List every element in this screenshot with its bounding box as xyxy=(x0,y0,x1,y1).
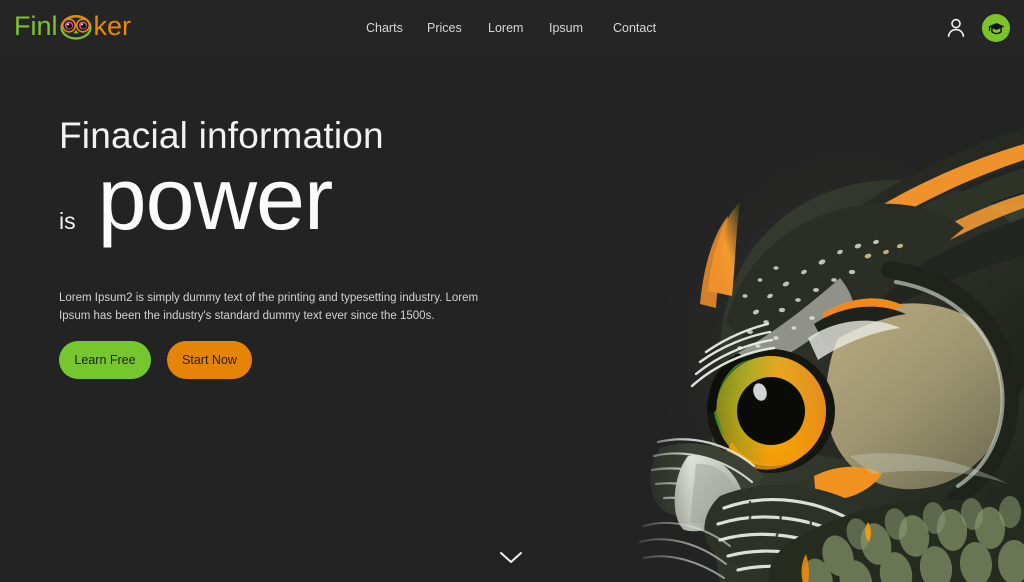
nav-item-charts[interactable]: Charts xyxy=(366,15,427,41)
nav-link-contact[interactable]: Contact xyxy=(613,15,674,41)
nav-link-prices[interactable]: Prices xyxy=(427,15,488,41)
hero-headline-line2: is power xyxy=(59,149,334,248)
hero-section: Finacial information is power Lorem Ipsu… xyxy=(0,56,640,582)
chevron-down-icon[interactable] xyxy=(497,548,525,566)
start-now-button[interactable]: Start Now xyxy=(167,341,252,379)
hero-headline-large: power xyxy=(97,149,334,248)
hero-paragraph: Lorem Ipsum2 is simply dummy text of the… xyxy=(59,292,479,322)
nav-item-contact[interactable]: Contact xyxy=(613,15,674,41)
nav-item-prices[interactable]: Prices xyxy=(427,15,488,41)
owl-illustration xyxy=(600,56,1024,582)
user-icon[interactable] xyxy=(944,16,968,40)
nav-link-charts[interactable]: Charts xyxy=(366,15,427,41)
brand-logo-text-primary: Finl xyxy=(14,10,58,41)
main-navigation: Charts Prices Lorem Ipsum Contact xyxy=(366,0,674,56)
nav-item-ipsum[interactable]: Ipsum xyxy=(549,15,613,41)
hero-cta-group: Learn Free Start Now xyxy=(59,341,252,379)
nav-link-lorem[interactable]: Lorem xyxy=(488,15,549,41)
hero-headline-small: is xyxy=(59,208,76,234)
owl-eyes-icon xyxy=(57,11,95,41)
nav-link-ipsum[interactable]: Ipsum xyxy=(549,15,613,41)
header-actions xyxy=(944,0,1010,56)
site-header: Finl ker Charts Prices Lorem Ipsum Conta… xyxy=(0,0,1024,56)
brand-logo-text-secondary: ker xyxy=(93,10,132,41)
graduation-cap-icon[interactable] xyxy=(982,14,1010,42)
landing-page: Finl ker Charts Prices Lorem Ipsum Conta… xyxy=(0,0,1024,582)
learn-free-button[interactable]: Learn Free xyxy=(59,341,151,379)
nav-item-lorem[interactable]: Lorem xyxy=(488,15,549,41)
brand-logo[interactable]: Finl ker xyxy=(14,9,131,43)
